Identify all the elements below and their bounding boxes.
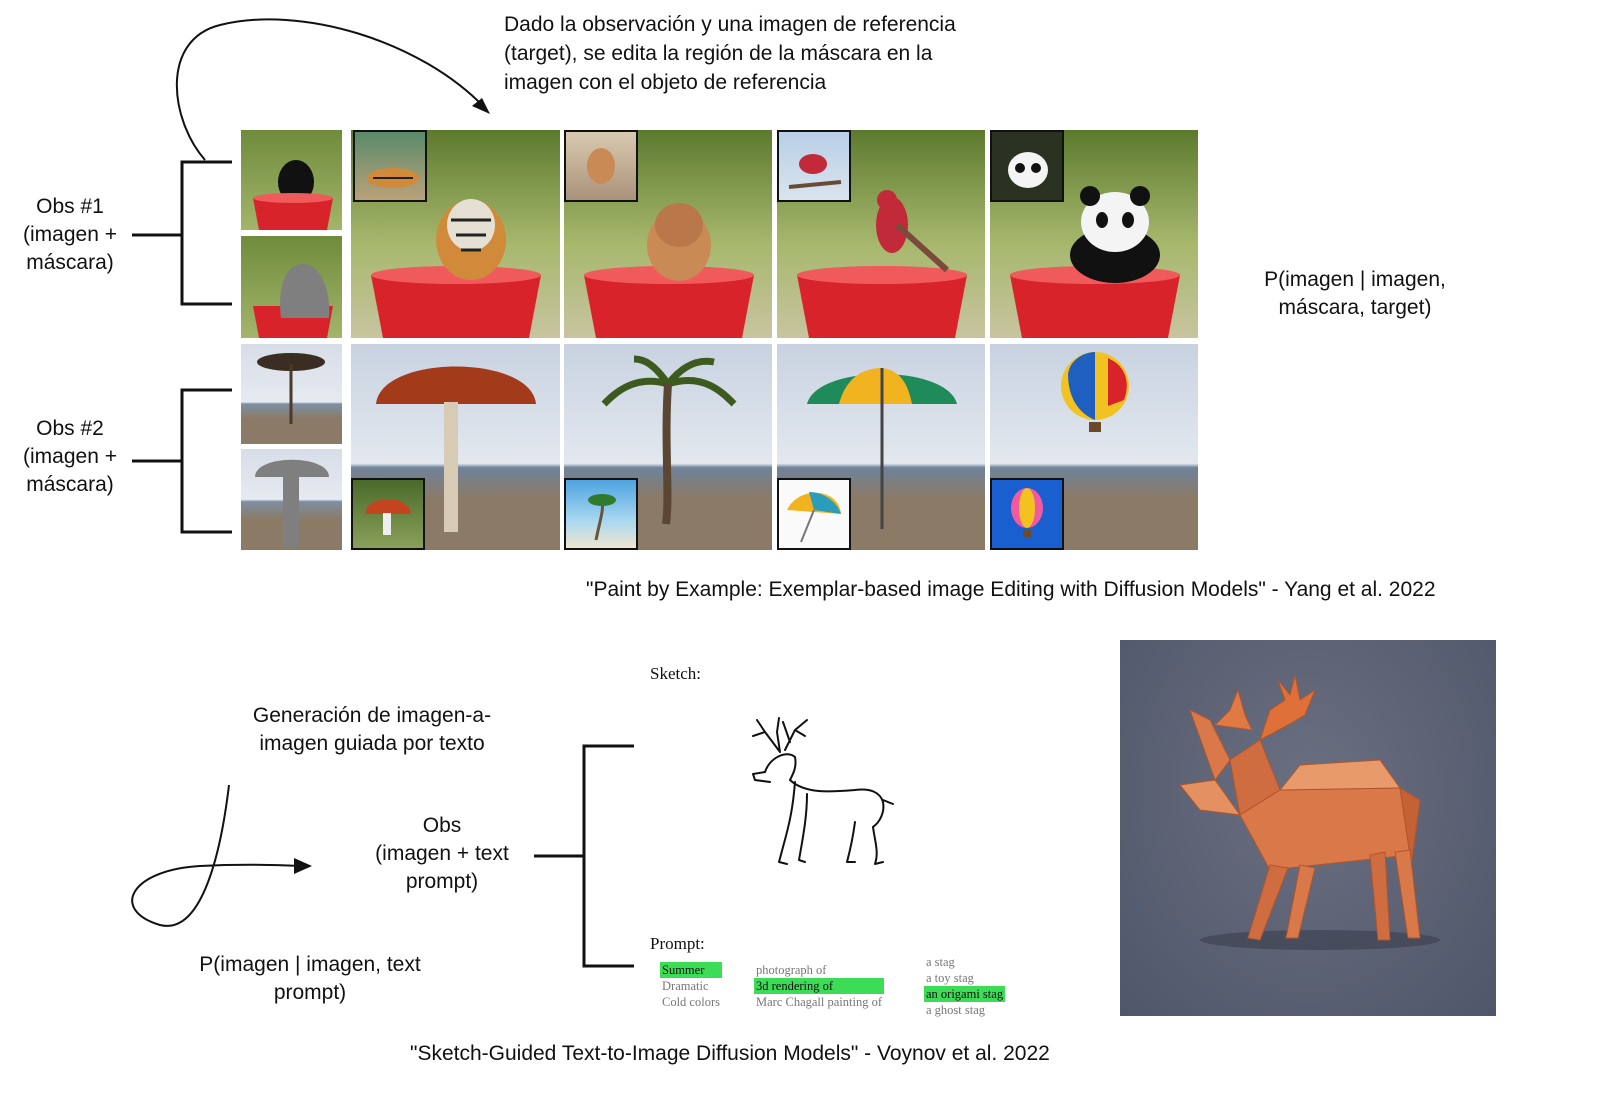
- prompt-subject-toy-stag: a toy stag: [926, 971, 974, 985]
- sketch-label: Sketch:: [650, 664, 701, 683]
- prompt-subject-stag: a stag: [926, 955, 955, 969]
- prompt-style-dramatic: Dramatic: [662, 979, 709, 993]
- prompt-subject-origami-stag: an origami stag: [924, 986, 1006, 1002]
- prompt-column-1: Summer Dramatic Cold colors: [660, 962, 722, 1010]
- prompt-label: Prompt:: [650, 934, 705, 953]
- prompt-style-cold-colors: Cold colors: [662, 995, 720, 1009]
- prompt-style-summer: Summer: [660, 962, 722, 978]
- origami-stag-image: [1120, 640, 1496, 1016]
- stag-sketch: [752, 717, 894, 865]
- prompt-medium-photograph: photograph of: [756, 963, 827, 977]
- prompt-medium-chagall: Marc Chagall painting of: [756, 995, 883, 1009]
- prompt-column-3: a stag a toy stag an origami stag a ghos…: [924, 954, 1006, 1018]
- bottom-citation: "Sketch-Guided Text-to-Image Diffusion M…: [410, 1042, 1050, 1065]
- prompt-subject-ghost-stag: a ghost stag: [926, 1003, 986, 1017]
- prompt-medium-3d-rendering: 3d rendering of: [754, 978, 885, 994]
- prompt-column-2: photograph of 3d rendering of Marc Chaga…: [754, 962, 885, 1010]
